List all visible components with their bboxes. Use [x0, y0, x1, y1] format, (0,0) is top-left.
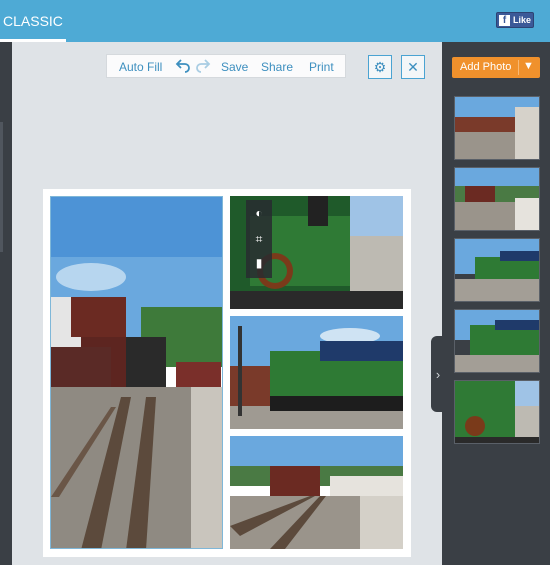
collage-photo-large[interactable] — [50, 196, 223, 549]
save-button[interactable]: Save — [221, 60, 248, 74]
facebook-like-label: Like — [513, 15, 532, 25]
chevron-right-icon: › — [435, 366, 441, 382]
gear-icon: ⚙ — [373, 59, 387, 75]
facebook-icon: f — [499, 14, 510, 26]
add-photo-divider — [518, 60, 519, 75]
tray-thumbnail[interactable] — [454, 238, 540, 302]
add-photo-label: Add Photo — [460, 61, 512, 73]
left-panel-handle[interactable] — [0, 122, 3, 252]
tray-thumbnail[interactable] — [454, 309, 540, 373]
left-panel — [0, 42, 12, 565]
undo-icon[interactable] — [175, 57, 191, 76]
chevron-down-icon[interactable]: ▼ — [523, 60, 534, 72]
contrast-icon[interactable]: ◐ — [246, 206, 272, 220]
close-icon: ✕ — [407, 59, 419, 75]
tray-thumbnail[interactable] — [454, 96, 540, 160]
crop-icon[interactable]: ⌗ — [246, 232, 272, 247]
facebook-like-button[interactable]: f Like — [496, 12, 534, 28]
share-button[interactable]: Share — [261, 60, 293, 74]
collage-canvas — [43, 189, 411, 557]
collage-photo-middle-right[interactable] — [230, 316, 403, 429]
tray-thumbnail[interactable] — [454, 167, 540, 231]
settings-button[interactable]: ⚙ — [368, 55, 392, 79]
collage-toolbar: Auto Fill Save Share Print — [106, 54, 346, 78]
flip-icon[interactable]: ▮ — [246, 256, 272, 270]
redo-icon[interactable] — [195, 57, 211, 76]
photo-edit-toolbar: ◐ ⌗ ▮ — [246, 200, 272, 278]
tray-thumbnail[interactable] — [454, 380, 540, 444]
collage-photo-bottom-right[interactable] — [230, 436, 403, 549]
collapse-tray-tab[interactable]: › — [431, 336, 445, 412]
auto-fill-button[interactable]: Auto Fill — [119, 60, 162, 74]
print-button[interactable]: Print — [309, 60, 334, 74]
add-photo-button[interactable]: Add Photo ▼ — [452, 57, 540, 78]
top-bar: CLASSIC f Like — [0, 0, 550, 42]
close-button[interactable]: ✕ — [401, 55, 425, 79]
tab-classic[interactable]: CLASSIC — [0, 0, 66, 42]
